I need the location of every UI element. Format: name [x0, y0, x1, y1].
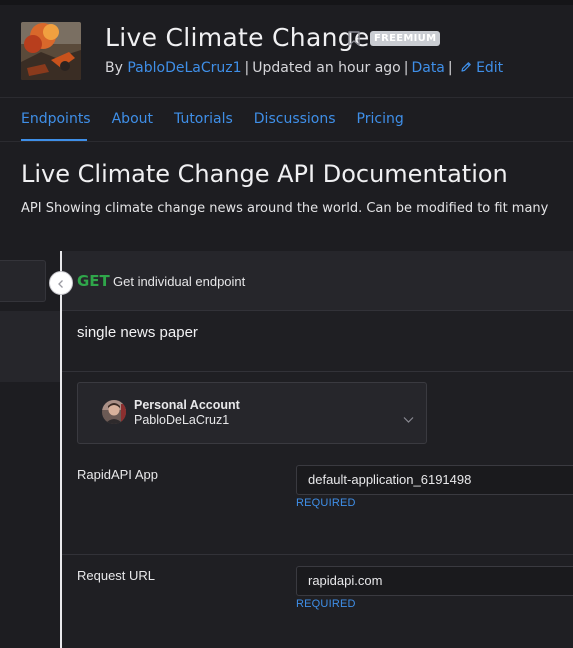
api-thumbnail: [21, 22, 81, 80]
tab-bar: Endpoints About Tutorials Discussions Pr…: [21, 111, 404, 127]
category-link[interactable]: Data: [411, 60, 444, 76]
tabs-divider: [0, 141, 573, 142]
tab-discussions[interactable]: Discussions: [254, 111, 336, 127]
sidebar-search-box[interactable]: [0, 260, 46, 302]
bookmark-icon[interactable]: [347, 31, 361, 50]
tab-pricing[interactable]: Pricing: [357, 111, 404, 127]
byline-separator: |: [403, 60, 409, 76]
header-divider: [0, 97, 573, 98]
account-type: Personal Account: [134, 398, 240, 412]
field-divider: [62, 554, 573, 555]
http-method-badge: GET: [77, 272, 110, 290]
app-required-label: REQUIRED: [296, 497, 356, 509]
edit-label: Edit: [476, 60, 504, 76]
top-bar: [0, 0, 573, 5]
avatar: [102, 400, 126, 424]
doc-title: Live Climate Change API Documentation: [21, 160, 508, 188]
sidebar-endpoint-group[interactable]: [0, 311, 61, 382]
author-link[interactable]: PabloDeLaCruz1: [127, 60, 241, 76]
chevron-left-icon: [56, 274, 66, 293]
request-url-input[interactable]: rapidapi.com: [296, 566, 573, 596]
endpoint-name: Get individual endpoint: [113, 274, 246, 289]
description-divider: [62, 371, 573, 372]
updated-text: Updated an hour ago: [252, 60, 401, 76]
account-selector[interactable]: Personal Account PabloDeLaCruz1: [77, 382, 427, 444]
collapse-sidebar-button[interactable]: [49, 271, 73, 295]
byline-separator: |: [244, 60, 250, 76]
account-username: PabloDeLaCruz1: [134, 413, 230, 427]
tab-endpoints[interactable]: Endpoints: [21, 111, 91, 127]
pencil-icon: [460, 61, 472, 77]
chevron-down-icon: [403, 409, 414, 428]
api-byline: By PabloDeLaCruz1 | Updated an hour ago | Da…: [105, 60, 503, 77]
sidebar-resize-line[interactable]: [60, 251, 62, 648]
url-required-label: REQUIRED: [296, 598, 356, 610]
by-prefix: By: [105, 60, 123, 76]
endpoint-description: single news paper: [77, 324, 198, 341]
pricing-badge: FREEMIUM: [370, 31, 441, 46]
rapidapi-app-select[interactable]: default-application_6191498: [296, 465, 573, 495]
endpoint-divider: [62, 310, 573, 311]
edit-link[interactable]: Edit: [460, 60, 503, 76]
tab-about[interactable]: About: [112, 111, 153, 127]
doc-description: API Showing climate change news around t…: [21, 201, 549, 216]
api-title: Live Climate Change: [105, 23, 370, 52]
request-url-label: Request URL: [77, 568, 156, 583]
rapidapi-app-label: RapidAPI App: [77, 467, 158, 482]
byline-separator: |: [447, 60, 453, 76]
tab-tutorials[interactable]: Tutorials: [174, 111, 233, 127]
